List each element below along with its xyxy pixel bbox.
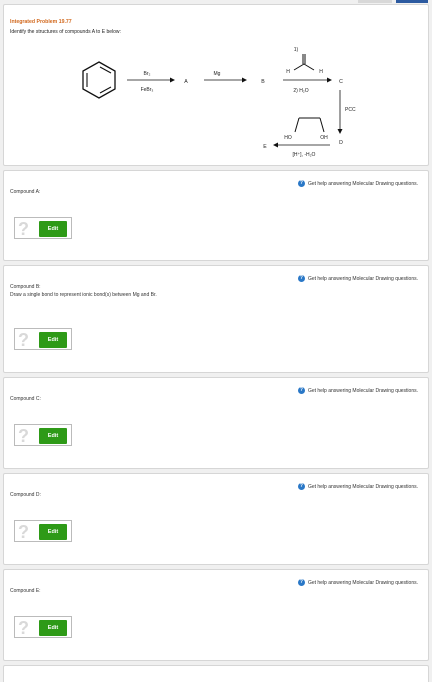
help-link[interactable]: ? Get help answering Molecular Drawing q…: [297, 275, 418, 282]
question-mark-icon: ?: [18, 219, 29, 239]
reagent-pcc: PCC: [345, 107, 356, 113]
formaldehyde-structure: [293, 54, 315, 71]
step-1-label: 1): [294, 47, 299, 53]
diol-oh-label: OH: [320, 135, 328, 141]
reagent-acetal: [H⁺], -H₂O: [293, 152, 316, 158]
question-mark-icon: ?: [18, 618, 29, 638]
compound-a-edit-button[interactable]: Edit: [39, 221, 67, 237]
arrow-2-head: [242, 77, 247, 83]
problem-panel: Integrated Problem 19.77 Identify the st…: [3, 4, 429, 166]
compound-a-panel: ? Get help answering Molecular Drawing q…: [3, 170, 429, 261]
compound-d-drawing-box[interactable]: ? Edit: [14, 520, 72, 542]
help-icon: ?: [297, 275, 305, 282]
compound-d-panel: ? Get help answering Molecular Drawing q…: [3, 473, 429, 565]
benzene-structure: [82, 61, 116, 99]
top-bar-accent: [396, 0, 428, 3]
ethylene-glycol-structure: [294, 117, 325, 133]
help-icon: ?: [297, 579, 305, 586]
question-mark-icon: ?: [18, 426, 29, 446]
compound-e-label: Compound E:: [10, 588, 41, 594]
compound-b-panel: ? Get help answering Molecular Drawing q…: [3, 265, 429, 373]
compound-e-drawing-box[interactable]: ? Edit: [14, 616, 72, 638]
compound-b-label: Compound B:: [10, 284, 41, 290]
compound-e-panel: ? Get help answering Molecular Drawing q…: [3, 569, 429, 661]
aldehyde-h-right: H: [319, 69, 323, 75]
help-icon: ?: [297, 483, 305, 490]
compound-b-drawing-box[interactable]: ? Edit: [14, 328, 72, 350]
help-icon: ?: [297, 387, 305, 394]
help-link[interactable]: ? Get help answering Molecular Drawing q…: [297, 387, 418, 394]
compound-d-label: D: [339, 140, 343, 146]
help-text: Get help answering Molecular Drawing que…: [307, 275, 418, 282]
step-2-label: 2) H₂O: [293, 88, 308, 94]
help-text: Get help answering Molecular Drawing que…: [307, 483, 418, 490]
compound-d-edit-button[interactable]: Edit: [39, 524, 67, 540]
compound-c-label: Compound C:: [10, 396, 41, 402]
question-mark-icon: ?: [18, 522, 29, 542]
compound-a-label: A: [184, 79, 188, 85]
help-text: Get help answering Molecular Drawing que…: [307, 180, 418, 187]
reagent-mg: Mg: [214, 71, 221, 77]
compound-b-edit-button[interactable]: Edit: [39, 332, 67, 348]
compound-e-label: E: [263, 144, 267, 150]
arrow-3-head: [327, 77, 332, 83]
aldehyde-h-left: H: [286, 69, 290, 75]
compound-a-label: Compound A:: [10, 189, 41, 195]
top-bar-segment: [358, 0, 392, 3]
question-mark-icon: ?: [18, 330, 29, 350]
reaction-scheme: Br₂ FeBr₃ A Mg B 1) H H 2) H₂O C PCC D H…: [82, 47, 356, 158]
help-link[interactable]: ? Get help answering Molecular Drawing q…: [297, 483, 418, 490]
compound-a-drawing-box[interactable]: ? Edit: [14, 217, 72, 239]
diol-ho-label: HO: [284, 135, 292, 141]
next-panel: [3, 665, 429, 682]
reagent-br2: Br₂: [144, 71, 151, 77]
compound-d-label: Compound D:: [10, 492, 41, 498]
help-link[interactable]: ? Get help answering Molecular Drawing q…: [297, 180, 418, 187]
reagent-febr3: FeBr₃: [141, 87, 154, 93]
arrow-1-head: [170, 77, 175, 83]
help-icon: ?: [297, 180, 305, 187]
arrow-5-head: [273, 142, 278, 148]
arrow-4-head: [337, 129, 343, 134]
compound-e-edit-button[interactable]: Edit: [39, 620, 67, 636]
compound-b-label: B: [261, 79, 265, 85]
compound-c-label: C: [339, 79, 343, 85]
compound-c-drawing-box[interactable]: ? Edit: [14, 424, 72, 446]
help-link[interactable]: ? Get help answering Molecular Drawing q…: [297, 579, 418, 586]
help-text: Get help answering Molecular Drawing que…: [307, 579, 418, 586]
help-text: Get help answering Molecular Drawing que…: [307, 387, 418, 394]
compound-b-note: Draw a single bond to represent ionic bo…: [10, 292, 157, 298]
compound-c-panel: ? Get help answering Molecular Drawing q…: [3, 377, 429, 469]
compound-c-edit-button[interactable]: Edit: [39, 428, 67, 444]
